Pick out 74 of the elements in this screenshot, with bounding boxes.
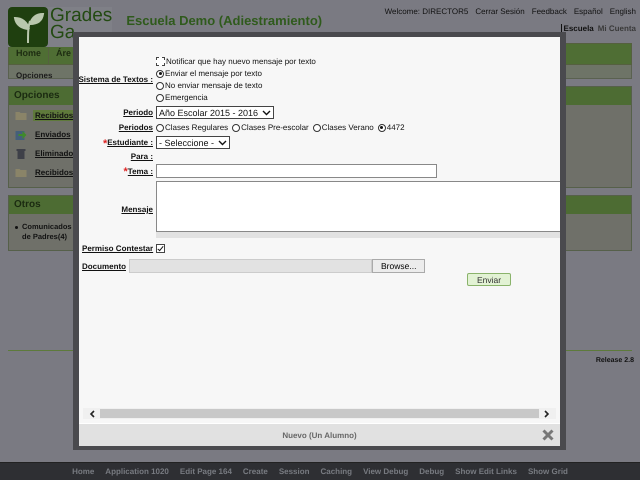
option-label: Notificar que hay nuevo mensaje por texto xyxy=(166,57,316,66)
browse-button[interactable]: Browse... xyxy=(372,259,426,273)
field-label: Sistema de Textos : xyxy=(79,75,153,84)
header-link[interactable]: English xyxy=(610,7,636,16)
checkbox[interactable] xyxy=(156,244,166,253)
option-label: Clases Pre-escolar xyxy=(241,123,309,132)
scrollbar-thumb[interactable] xyxy=(100,409,539,418)
chevron-right-icon xyxy=(544,410,550,418)
scrollbar[interactable] xyxy=(83,408,556,419)
field-label: Permiso Contestar xyxy=(82,244,154,253)
footer-link[interactable]: Show Grid xyxy=(528,467,568,476)
footer-link[interactable]: Show Edit Links xyxy=(455,467,517,476)
option-label: No enviar mensaje de texto xyxy=(165,81,262,90)
option-label: Enviar el mensaje por texto xyxy=(165,69,262,78)
input-field[interactable] xyxy=(156,164,437,178)
field-label: Periodos xyxy=(118,123,153,132)
trash-icon xyxy=(15,148,27,159)
folder-icon xyxy=(15,111,27,120)
field-label: Documento xyxy=(82,262,126,270)
field-label: Para : xyxy=(130,152,153,161)
folder-icon xyxy=(15,168,27,177)
school-title: Escuela Demo (Adiestramiento) xyxy=(126,13,322,28)
account-link[interactable]: Mi Cuenta xyxy=(598,24,636,33)
header-link[interactable]: Español xyxy=(574,7,603,16)
footer-link[interactable]: Home xyxy=(72,467,94,476)
field-label: Estudiante : xyxy=(107,138,153,147)
footer-link[interactable]: View Debug xyxy=(363,467,408,476)
option-label: Emergencia xyxy=(165,93,208,102)
header-link[interactable]: Cerrar Sesión xyxy=(475,7,525,16)
footer-link[interactable]: Caching xyxy=(320,467,352,476)
sidebar-link[interactable]: Eliminado xyxy=(33,148,76,159)
radio-button[interactable] xyxy=(156,82,164,90)
checkbox[interactable] xyxy=(156,57,165,66)
plant-logo-icon xyxy=(8,7,48,47)
radio-button[interactable] xyxy=(232,124,240,132)
radio-button[interactable] xyxy=(156,124,164,132)
radio-button[interactable] xyxy=(156,70,164,78)
dropdown[interactable]: - Seleccione - xyxy=(156,136,230,149)
footer-link[interactable]: Session xyxy=(278,467,310,476)
bullet-icon xyxy=(15,226,18,229)
required-mark: * xyxy=(102,140,108,148)
send-button[interactable]: Enviar xyxy=(467,273,512,286)
footer-link[interactable]: Debug xyxy=(419,467,444,476)
option-label: Clases Verano xyxy=(322,123,374,132)
close-icon[interactable] xyxy=(542,429,554,441)
radio-button[interactable] xyxy=(378,124,386,132)
message-field[interactable] xyxy=(156,181,560,232)
dialog-title: Nuevo (Un Alumno) xyxy=(282,430,357,440)
header-link[interactable]: Feedback xyxy=(532,7,567,16)
radio-button[interactable] xyxy=(312,124,321,132)
scrollbar[interactable] xyxy=(156,232,560,238)
required-mark: * xyxy=(124,168,128,176)
chevron-left-icon xyxy=(89,410,95,418)
field-label: Tema : xyxy=(128,166,153,176)
sidebar-link[interactable]: Recibidos xyxy=(33,167,76,178)
field-label: Periodo xyxy=(123,108,153,117)
chevron-down-icon xyxy=(218,140,228,146)
sub-nav-link[interactable]: Opciones xyxy=(9,71,52,80)
field-label: Mensaje xyxy=(121,205,153,214)
option-label: 4472 xyxy=(386,123,405,132)
logo-text: Grades xyxy=(50,7,112,24)
footer-link[interactable]: Edit Page 164 xyxy=(180,467,232,476)
option-label: Clases Regulares xyxy=(165,123,228,132)
welcome-text: Welcome: DIRECTOR5 xyxy=(384,7,468,16)
radio-button[interactable] xyxy=(156,94,164,102)
dropdown[interactable]: Año Escolar 2015 - 2016 xyxy=(156,106,274,119)
file-field[interactable] xyxy=(129,259,372,273)
sidebar-link[interactable]: Recibidos xyxy=(33,110,76,121)
footer-link[interactable]: Create xyxy=(242,467,268,476)
nav-tab[interactable]: Home xyxy=(9,44,50,64)
sidebar-link[interactable]: Enviados xyxy=(33,129,73,140)
send-icon xyxy=(15,129,27,140)
chevron-down-icon xyxy=(262,110,272,116)
footer-link[interactable]: Application 1020 xyxy=(105,467,169,476)
